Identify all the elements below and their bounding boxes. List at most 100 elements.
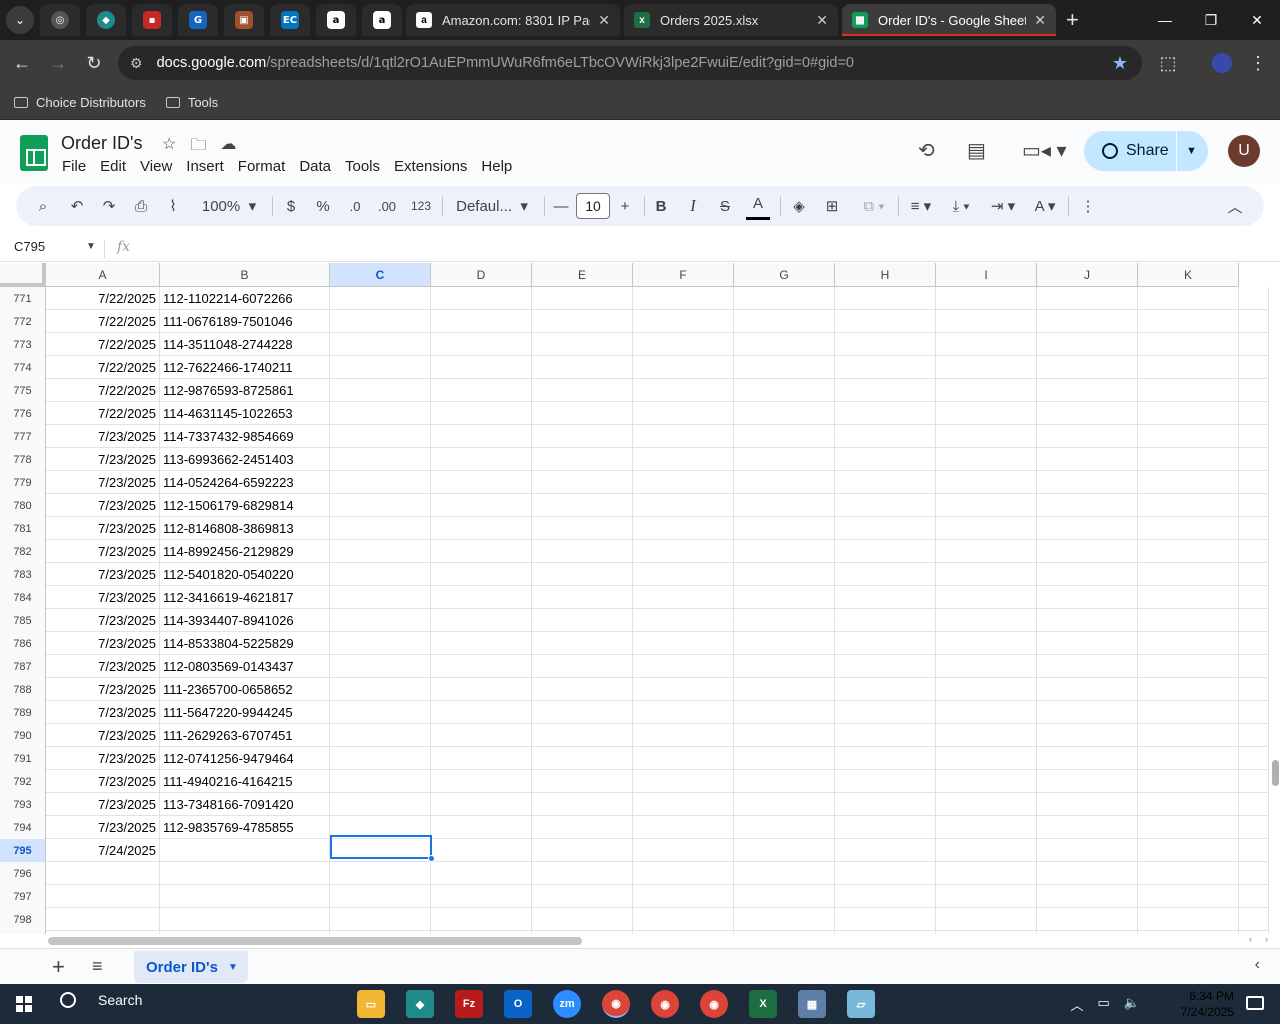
cell-d[interactable]	[431, 586, 532, 609]
cell-f[interactable]	[633, 793, 734, 816]
cell-i[interactable]	[936, 862, 1037, 885]
cell-a[interactable]: 7/23/2025	[46, 816, 160, 839]
cell-d[interactable]	[431, 563, 532, 586]
cell-g[interactable]	[734, 494, 835, 517]
cell-b[interactable]: 112-0803569-0143437	[160, 655, 330, 678]
cell-g[interactable]	[734, 793, 835, 816]
cell-f[interactable]	[633, 770, 734, 793]
document-title[interactable]: Order ID's	[61, 133, 142, 154]
cell-b[interactable]: 112-9876593-8725861	[160, 379, 330, 402]
cell-i[interactable]	[936, 471, 1037, 494]
text-rotation-icon[interactable]: A ▾	[1028, 186, 1062, 226]
cell-a[interactable]	[46, 908, 160, 931]
menu-insert[interactable]: Insert	[186, 158, 224, 175]
column-header[interactable]: C	[330, 263, 431, 287]
cell-a[interactable]: 7/23/2025	[46, 632, 160, 655]
cell-j[interactable]	[1037, 678, 1138, 701]
fill-color-icon[interactable]: ◈	[788, 186, 810, 226]
cell-j[interactable]	[1037, 885, 1138, 908]
cell-a[interactable]: 7/22/2025	[46, 287, 160, 310]
percent-format-button[interactable]: %	[310, 186, 336, 226]
close-icon[interactable]: ✕	[1034, 12, 1046, 29]
cell-f[interactable]	[633, 632, 734, 655]
cell-e[interactable]	[532, 471, 633, 494]
cell-d[interactable]	[431, 632, 532, 655]
menu-extensions[interactable]: Extensions	[394, 158, 467, 175]
cell-h[interactable]	[835, 770, 936, 793]
cell-e[interactable]	[532, 402, 633, 425]
cell-h[interactable]	[835, 839, 936, 862]
row-header[interactable]: 778	[0, 448, 46, 471]
cell-f[interactable]	[633, 471, 734, 494]
cell-k[interactable]	[1138, 908, 1239, 931]
chrome-icon[interactable]: ◉	[602, 990, 630, 1018]
cell-a[interactable]: 7/23/2025	[46, 609, 160, 632]
cell-a[interactable]: 7/23/2025	[46, 471, 160, 494]
cell-j[interactable]	[1037, 494, 1138, 517]
cell-a[interactable]: 7/23/2025	[46, 655, 160, 678]
cell-g[interactable]	[734, 770, 835, 793]
row-header[interactable]: 783	[0, 563, 46, 586]
cell-e[interactable]	[532, 333, 633, 356]
row-header[interactable]: 798	[0, 908, 46, 931]
cell-c[interactable]	[330, 540, 431, 563]
cell-k[interactable]	[1138, 517, 1239, 540]
cell-a[interactable]: 7/22/2025	[46, 356, 160, 379]
cell-a[interactable]: 7/23/2025	[46, 724, 160, 747]
cell-b[interactable]: 114-7337432-9854669	[160, 425, 330, 448]
chevron-up-icon[interactable]: ︿	[1071, 995, 1084, 1014]
row-header[interactable]: 784	[0, 586, 46, 609]
cell-k[interactable]	[1138, 471, 1239, 494]
cell-e[interactable]	[532, 494, 633, 517]
cell-g[interactable]	[734, 540, 835, 563]
reload-icon[interactable]: ↻	[76, 45, 112, 81]
cell-d[interactable]	[431, 287, 532, 310]
cell-g[interactable]	[734, 333, 835, 356]
decrease-font-size-icon[interactable]: —	[550, 186, 572, 226]
cell-c[interactable]	[330, 333, 431, 356]
cell-f[interactable]	[633, 816, 734, 839]
cell-a[interactable]: 7/23/2025	[46, 793, 160, 816]
cell-e[interactable]	[532, 517, 633, 540]
scroll-left-icon[interactable]: ‹	[1249, 934, 1252, 944]
cell-i[interactable]	[936, 517, 1037, 540]
calculator-icon[interactable]: ▦	[798, 990, 826, 1018]
more-options-icon[interactable]: ⋮	[1078, 186, 1098, 226]
cell-b[interactable]: 114-4631145-1022653	[160, 402, 330, 425]
cell-d[interactable]	[431, 885, 532, 908]
row-header[interactable]: 796	[0, 862, 46, 885]
cell-k[interactable]	[1138, 356, 1239, 379]
column-header[interactable]: E	[532, 263, 633, 287]
cell-j[interactable]	[1037, 724, 1138, 747]
row-header[interactable]: 771	[0, 287, 46, 310]
cell-j[interactable]	[1037, 517, 1138, 540]
cell-k[interactable]	[1138, 885, 1239, 908]
cell-k[interactable]	[1138, 724, 1239, 747]
cell-e[interactable]	[532, 287, 633, 310]
cell-d[interactable]	[431, 517, 532, 540]
chrome-icon[interactable]: ◉	[651, 990, 679, 1018]
row-header[interactable]: 785	[0, 609, 46, 632]
cell-k[interactable]	[1138, 770, 1239, 793]
cell-i[interactable]	[936, 632, 1037, 655]
cell-c[interactable]	[330, 356, 431, 379]
column-header[interactable]: F	[633, 263, 734, 287]
cell-c[interactable]	[330, 724, 431, 747]
cell-i[interactable]	[936, 310, 1037, 333]
menu-format[interactable]: Format	[238, 158, 286, 175]
menu-data[interactable]: Data	[299, 158, 331, 175]
cloud-status-icon[interactable]: ☁	[220, 134, 236, 161]
cell-g[interactable]	[734, 563, 835, 586]
cell-i[interactable]	[936, 885, 1037, 908]
cell-d[interactable]	[431, 379, 532, 402]
pinned-tab-8[interactable]: a	[362, 4, 402, 36]
cell-a[interactable]: 7/22/2025	[46, 402, 160, 425]
row-header[interactable]: 797	[0, 885, 46, 908]
currency-format-button[interactable]: $	[278, 186, 304, 226]
cell-c[interactable]	[330, 655, 431, 678]
cell-f[interactable]	[633, 862, 734, 885]
italic-button[interactable]: I	[682, 186, 704, 226]
cell-f[interactable]	[633, 839, 734, 862]
row-header[interactable]: 795	[0, 839, 46, 862]
add-sheet-icon[interactable]: +	[52, 954, 65, 980]
